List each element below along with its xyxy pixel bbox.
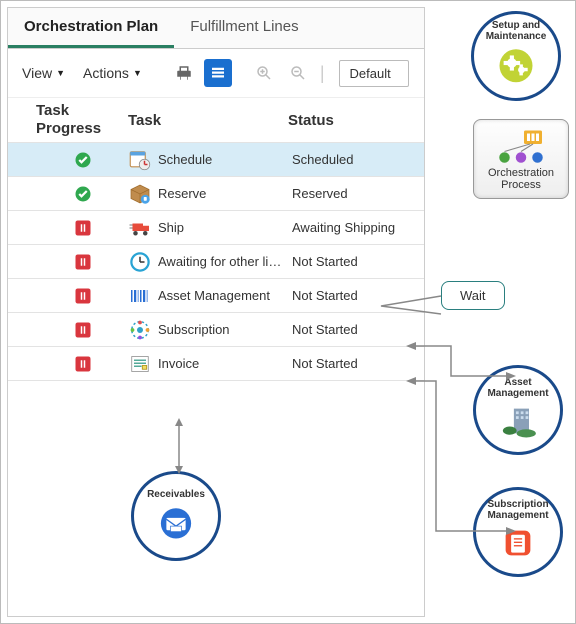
task-label: Schedule [158,152,212,167]
progress-cell [38,151,128,169]
print-icon[interactable] [170,59,198,87]
progress-cell [38,321,128,339]
clock-icon [128,250,152,274]
task-table: Task Progress Task Status Schedule Sched… [8,98,424,381]
subscription-icon [128,318,152,342]
task-label: Ship [158,220,184,235]
task-cell: Ship [128,216,288,240]
check-circle-icon [74,151,92,169]
toolbar: View ▼ Actions ▼ | Default [8,49,424,98]
task-label: Subscription [158,322,230,337]
task-label: Invoice [158,356,199,371]
table-row[interactable]: Schedule Scheduled [8,143,424,177]
status-cell: Awaiting Shipping [288,220,424,235]
task-label: Asset Management [158,288,270,303]
caret-down-icon: ▼ [133,68,142,78]
actions-menu[interactable]: Actions ▼ [77,61,148,85]
caret-down-icon: ▼ [56,68,65,78]
bubble-label: Receivables [147,489,205,500]
zoom-in-icon[interactable] [250,59,278,87]
task-cell: Reserve [128,182,288,206]
pause-icon [74,321,92,339]
bubble-label: Asset Management [480,377,556,399]
bubble-label: Subscription Management [480,499,556,521]
document-icon [496,521,540,565]
col-task: Task [128,112,288,129]
pause-icon [74,253,92,271]
receivables-bubble[interactable]: Receivables [131,471,221,561]
progress-cell [38,355,128,373]
view-menu[interactable]: View ▼ [16,61,71,85]
progress-cell [38,219,128,237]
invoice-icon [128,352,152,376]
pause-icon [74,355,92,373]
bubble-label: Setup and Maintenance [474,20,558,42]
wait-callout: Wait [441,281,505,310]
pause-icon [74,287,92,305]
status-cell: Reserved [288,186,424,201]
view-dropdown[interactable]: Default [339,60,409,87]
table-row[interactable]: Ship Awaiting Shipping [8,211,424,245]
task-label: Awaiting for other lines [158,254,288,269]
table-row[interactable]: Invoice Not Started [8,347,424,381]
asset-management-bubble[interactable]: Asset Management [473,365,563,455]
task-cell: Schedule [128,148,288,172]
table-header: Task Progress Task Status [8,98,424,143]
task-cell: Invoice [128,352,288,376]
barcode-icon [128,284,152,308]
wait-label: Wait [460,288,486,303]
table-row[interactable]: Subscription Not Started [8,313,424,347]
orchestration-process-button[interactable]: Orchestration Process [473,119,569,199]
building-icon [496,399,540,443]
progress-cell [38,253,128,271]
zoom-out-icon[interactable] [284,59,312,87]
check-circle-icon [74,185,92,203]
actions-label: Actions [83,65,129,81]
dropdown-value: Default [350,66,391,81]
view-label: View [22,65,52,81]
col-status: Status [288,112,424,129]
setup-maintenance-bubble[interactable]: Setup and Maintenance [471,11,561,101]
process-diagram-icon [497,127,545,167]
status-cell: Not Started [288,288,424,303]
status-cell: Not Started [288,356,424,371]
task-cell: Awaiting for other lines [128,250,288,274]
gears-icon [494,41,538,85]
task-cell: Asset Management [128,284,288,308]
list-view-icon[interactable] [204,59,232,87]
orch-label: Orchestration Process [478,167,564,191]
envelope-icon [154,500,198,544]
progress-cell [38,185,128,203]
table-row[interactable]: Awaiting for other lines Not Started [8,245,424,279]
status-cell: Not Started [288,254,424,269]
toolbar-divider: | [318,63,327,84]
status-cell: Not Started [288,322,424,337]
col-task-progress: Task Progress [8,102,128,138]
ship-icon [128,216,152,240]
table-row[interactable]: Asset Management Not Started [8,279,424,313]
task-label: Reserve [158,186,206,201]
table-row[interactable]: Reserve Reserved [8,177,424,211]
tab-orchestration-plan[interactable]: Orchestration Plan [8,8,174,48]
reserve-icon [128,182,152,206]
tab-fulfillment-lines[interactable]: Fulfillment Lines [174,8,314,48]
progress-cell [38,287,128,305]
subscription-management-bubble[interactable]: Subscription Management [473,487,563,577]
tab-bar: Orchestration Plan Fulfillment Lines [8,8,424,49]
task-cell: Subscription [128,318,288,342]
pause-icon [74,219,92,237]
status-cell: Scheduled [288,152,424,167]
schedule-icon [128,148,152,172]
